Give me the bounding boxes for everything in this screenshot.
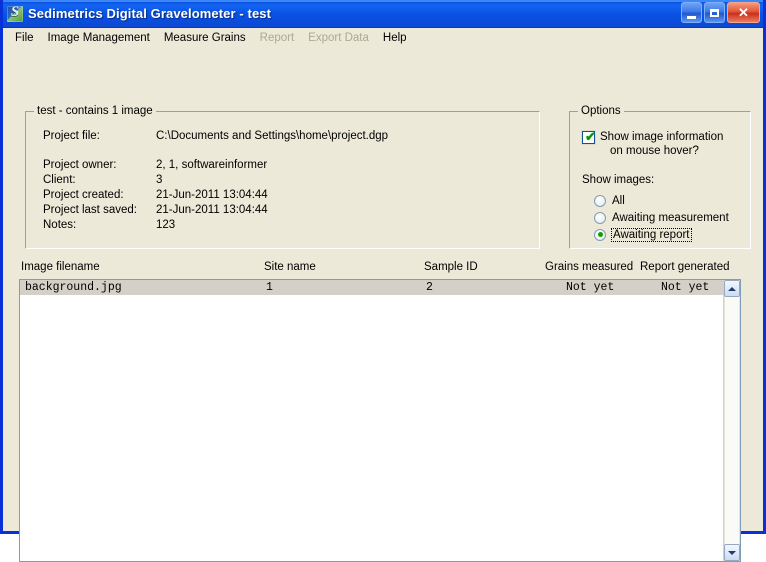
project-file-value: C:\Documents and Settings\home\project.d… [156, 129, 389, 142]
radio-awaiting-report[interactable] [594, 228, 606, 241]
close-button[interactable]: ✕ [727, 2, 760, 23]
radio-awaiting-measurement[interactable] [594, 211, 606, 224]
radio-awaiting-report-label: Awaiting report [611, 227, 692, 242]
scrollbar-track[interactable] [724, 297, 740, 544]
radio-row-all[interactable]: All [594, 192, 729, 209]
minimize-button[interactable] [681, 2, 702, 23]
maximize-button[interactable] [704, 2, 725, 23]
project-last-saved-row: Project last saved: 21-Jun-2011 13:04:44 [43, 202, 388, 217]
table-row[interactable]: background.jpg 1 2 Not yet Not yet [20, 280, 723, 295]
project-info-table: Project file: C:\Documents and Settings\… [43, 128, 388, 232]
image-list-rows: background.jpg 1 2 Not yet Not yet [20, 280, 723, 295]
client-value: 3 [156, 173, 163, 186]
show-image-info-checkbox[interactable]: ✔ [582, 129, 596, 144]
radio-all[interactable] [594, 194, 606, 207]
cell-image-filename: background.jpg [25, 281, 122, 294]
project-file-label: Project file: [43, 129, 100, 142]
notes-label: Notes: [43, 218, 77, 231]
window-title-separator: - [235, 6, 248, 21]
options-group-title: Options [578, 105, 624, 117]
application-window: S Sedimetrics Digital Gravelometer - tes… [0, 0, 766, 562]
scroll-up-button[interactable] [724, 280, 740, 297]
radio-all-label: All [612, 194, 625, 207]
project-created-row: Project created: 21-Jun-2011 13:04:44 [43, 187, 388, 202]
list-column-headers: Image filename Site name Sample ID Grain… [3, 261, 763, 278]
notes-value: 123 [156, 218, 176, 231]
radio-row-awaiting-measurement[interactable]: Awaiting measurement [594, 209, 729, 226]
project-created-value: 21-Jun-2011 13:04:44 [156, 188, 268, 201]
scroll-down-arrow-icon [728, 550, 736, 555]
menu-bar: File Image Management Measure Grains Rep… [3, 28, 763, 49]
menu-item-export-data: Export Data [308, 32, 369, 44]
image-list-box[interactable]: background.jpg 1 2 Not yet Not yet [19, 279, 741, 562]
window-controls: ✕ [681, 2, 760, 23]
project-owner-label: Project owner: [43, 158, 117, 171]
show-image-info-label-line1: Show image information [600, 131, 724, 143]
notes-row: Notes: 123 [43, 217, 388, 232]
column-header-report-generated: Report generated [640, 261, 730, 273]
project-owner-row: Project owner: 2, 1, softwareinformer [43, 157, 388, 172]
project-last-saved-value: 21-Jun-2011 13:04:44 [156, 203, 268, 216]
vertical-scrollbar[interactable] [723, 280, 740, 561]
close-icon: ✕ [738, 5, 749, 20]
client-row: Client: 3 [43, 172, 388, 187]
project-info-group: test - contains 1 image Project file: C:… [25, 105, 540, 249]
cell-report-generated: Not yet [661, 281, 710, 294]
column-header-grains-measured: Grains measured [545, 261, 634, 273]
menu-item-report: Report [259, 32, 295, 44]
title-bar: S Sedimetrics Digital Gravelometer - tes… [3, 0, 763, 28]
project-owner-value: 2, 1, softwareinformer [156, 158, 268, 171]
window-title: Sedimetrics Digital Gravelometer - test [28, 6, 271, 21]
cell-grains-measured: Not yet [566, 281, 615, 294]
column-header-image-filename: Image filename [21, 261, 100, 273]
show-image-info-checkbox-row[interactable]: ✔ Show image information on mouse hover? [582, 130, 723, 158]
radio-awaiting-measurement-label: Awaiting measurement [612, 211, 729, 224]
project-group-title: test - contains 1 image [34, 105, 156, 117]
radio-row-awaiting-report[interactable]: Awaiting report [594, 226, 729, 243]
project-last-saved-label: Project last saved: [43, 203, 137, 216]
menu-item-help[interactable]: Help [376, 30, 414, 46]
window-title-app: Sedimetrics Digital Gravelometer [28, 6, 236, 21]
client-area: test - contains 1 image Project file: C:… [3, 49, 763, 562]
client-label: Client: [43, 173, 76, 186]
options-group: Options ✔ Show image information on mous… [569, 105, 751, 249]
project-created-label: Project created: [43, 188, 124, 201]
show-image-info-label: Show image information on mouse hover? [600, 130, 723, 158]
menu-item-file[interactable]: File [8, 30, 41, 46]
show-images-radio-group: All Awaiting measurement Awaiting report [594, 192, 729, 243]
window-title-project: test [247, 6, 272, 21]
column-header-sample-id: Sample ID [424, 261, 478, 273]
show-images-label: Show images: [582, 174, 655, 186]
scroll-down-button[interactable] [724, 544, 740, 561]
project-file-row: Project file: C:\Documents and Settings\… [43, 128, 388, 143]
menu-item-measure-grains[interactable]: Measure Grains [157, 30, 253, 46]
menu-item-image-management[interactable]: Image Management [41, 30, 157, 46]
cell-site-name: 1 [266, 281, 273, 294]
checkmark-icon: ✔ [585, 129, 596, 144]
sedimetrics-logo-icon: S [7, 5, 23, 22]
column-header-site-name: Site name [264, 261, 316, 273]
show-image-info-label-line2: on mouse hover? [610, 145, 699, 157]
scroll-up-arrow-icon [728, 286, 736, 291]
cell-sample-id: 2 [426, 281, 433, 294]
